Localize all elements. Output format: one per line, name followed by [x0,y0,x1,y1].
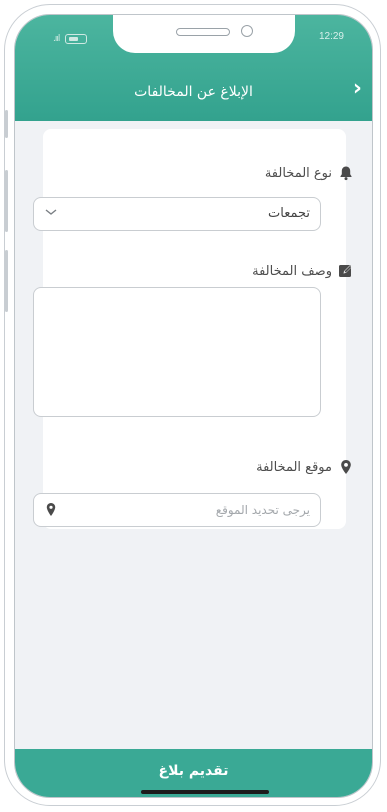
location-pin-icon [341,460,351,474]
battery-icon [65,34,88,44]
side-button [5,110,8,138]
page-title: الإبلاغ عن المخالفات [134,84,253,100]
camera [241,25,253,37]
home-indicator [141,790,269,794]
location-input[interactable]: يرجى تحديد الموقع [33,493,321,527]
violation-type-label-row: نوع المخالفة [265,165,354,181]
location-placeholder: يرجى تحديد الموقع [215,503,310,517]
violation-description-label: وصف المخالفة [252,263,332,279]
side-button [5,170,8,232]
app-header: .ııl 12:29 الإبلاغ عن المخالفات › [15,15,372,121]
status-bar-left: .ııl [53,34,88,44]
violation-type-select[interactable]: تجمعات [33,197,321,231]
violation-description-textarea[interactable] [33,287,321,417]
violation-type-label: نوع المخالفة [264,165,332,181]
signal-icon: .ııl [53,34,60,44]
violation-type-value: تجمعات [268,206,310,221]
notch [113,15,295,53]
app-screen: .ııl 12:29 الإبلاغ عن المخالفات › نوع ال… [14,14,373,798]
bell-icon [340,166,352,181]
violation-location-label: موقع المخالفة [256,459,332,475]
violation-location-label-row: موقع المخالفة [256,459,354,475]
speaker [176,28,230,36]
edit-icon [339,265,352,277]
location-pin-icon[interactable] [44,502,58,518]
side-button [5,250,8,312]
status-time: 12:29 [318,31,344,42]
submit-report-label: تقديم بلاغ [158,763,229,779]
chevron-down-icon [45,209,57,215]
violation-description-label-row: وصف المخالفة [252,263,354,279]
chevron-right-icon[interactable]: › [353,78,362,100]
